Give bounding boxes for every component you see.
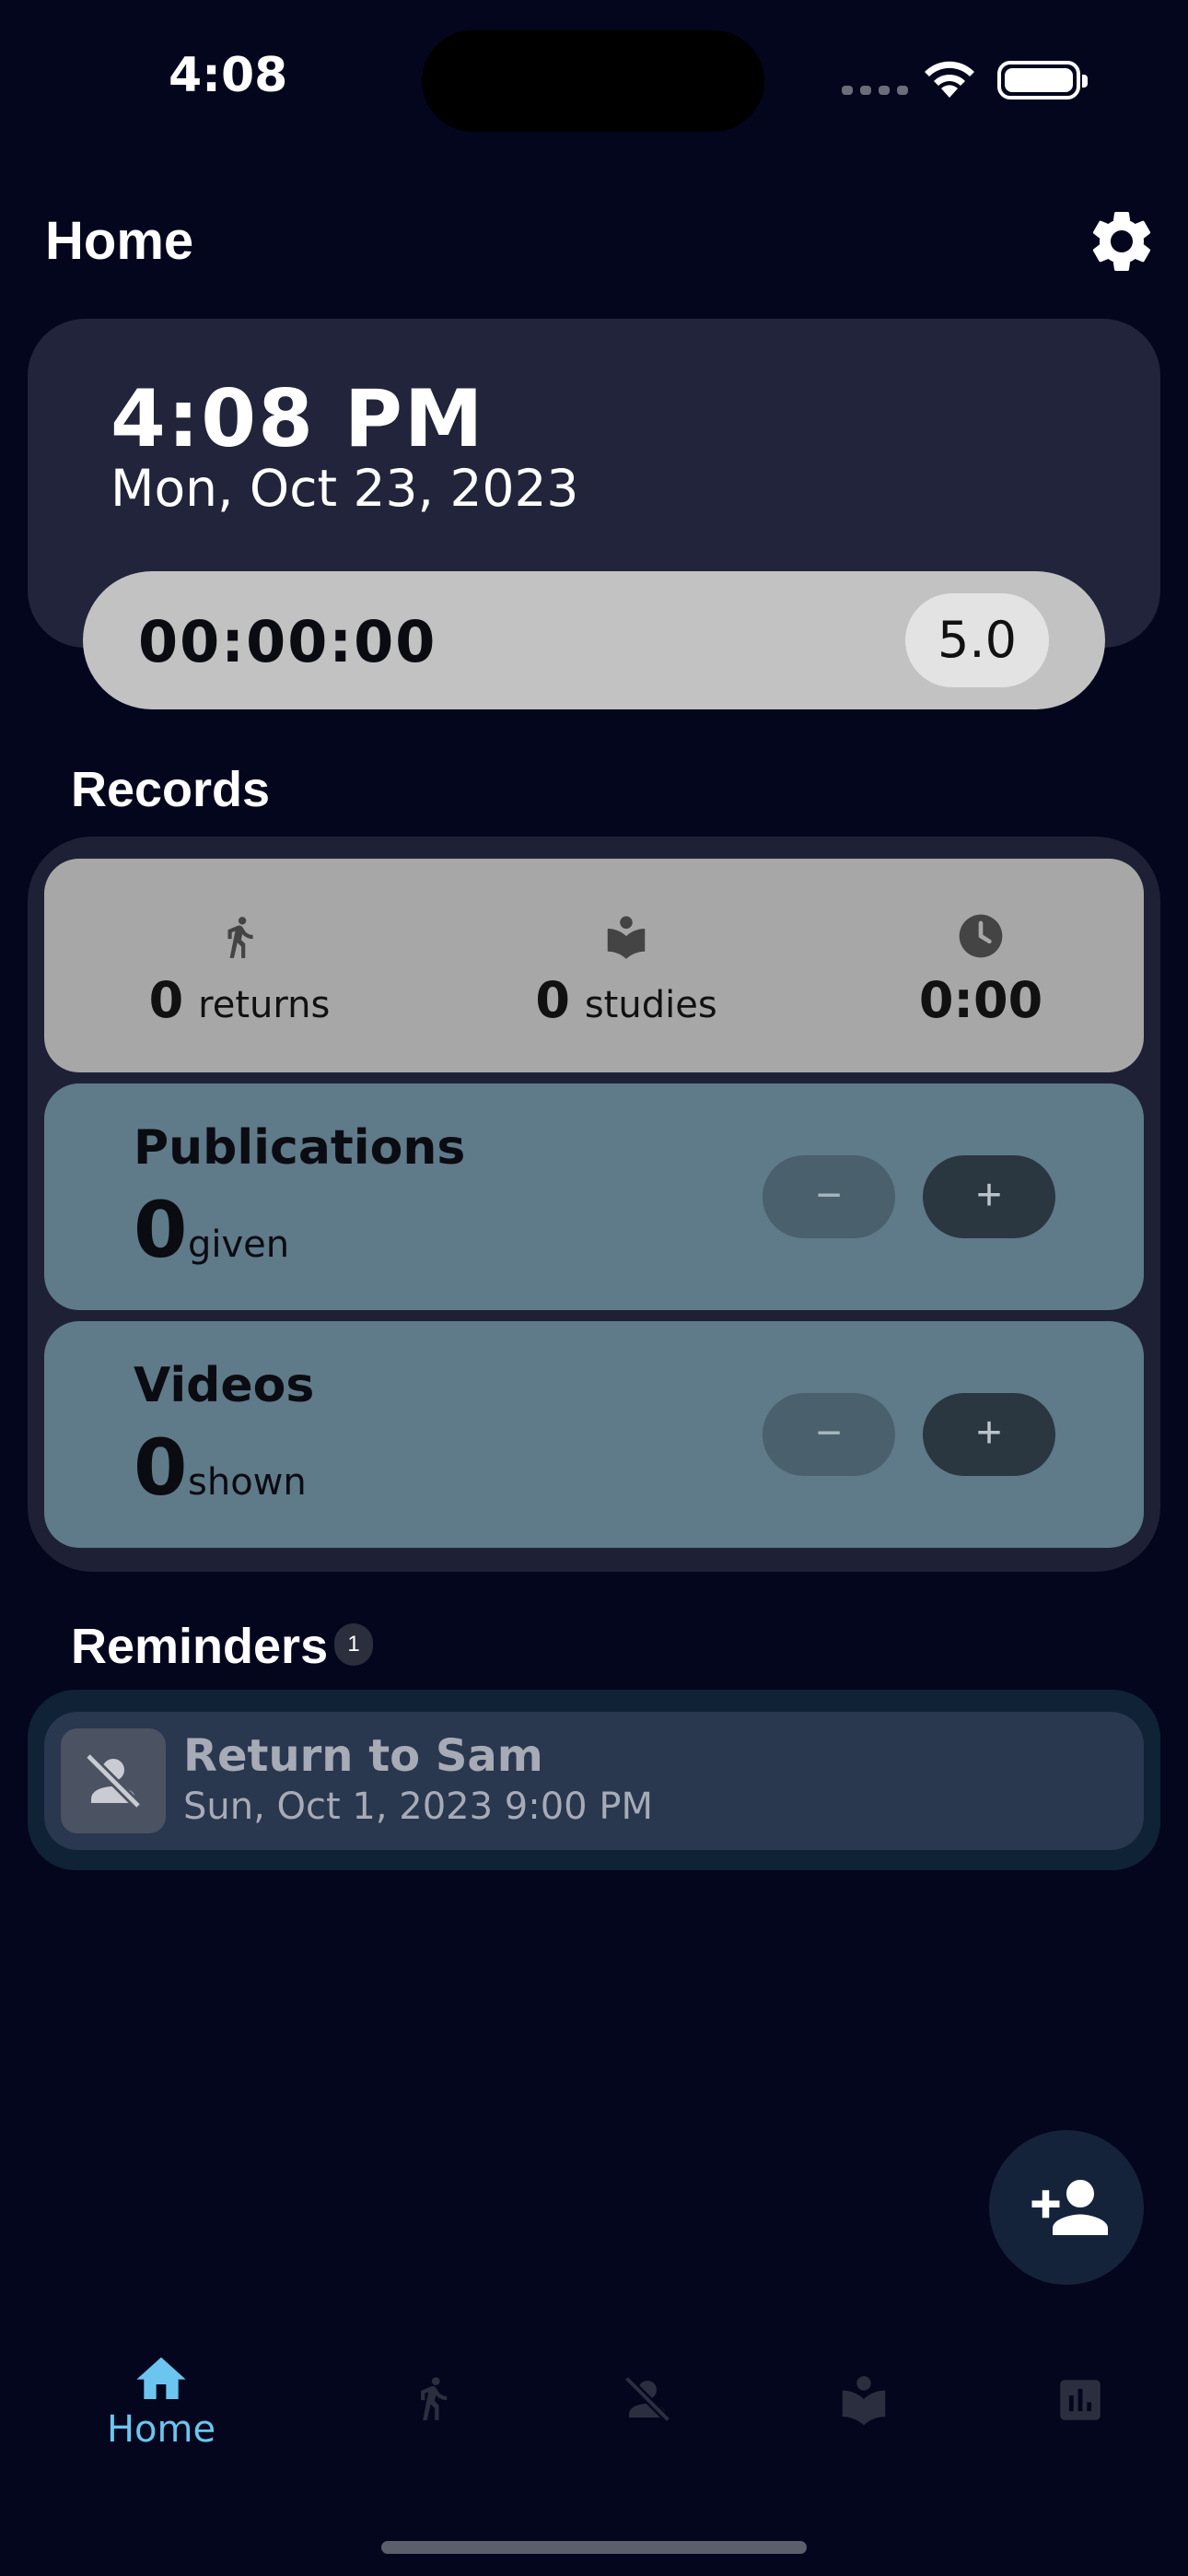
- records-title: Records: [71, 762, 271, 817]
- clock-icon: [959, 914, 1003, 958]
- videos-count: 0: [134, 1423, 188, 1513]
- stat-time[interactable]: 0:00: [843, 910, 1119, 1029]
- walking-person-icon: [421, 2377, 448, 2420]
- reminder-title: Return to Sam: [183, 1730, 543, 1782]
- rate-chip[interactable]: 5.0: [905, 593, 1049, 687]
- open-book-icon: [607, 916, 646, 959]
- tab-returns[interactable]: [368, 2366, 497, 2430]
- page-title: Home: [45, 211, 194, 271]
- returns-label: returns: [198, 984, 331, 1026]
- current-time: 4:08 PM: [111, 373, 485, 465]
- publications-unit: given: [188, 1224, 290, 1266]
- tab-home[interactable]: Home: [97, 2349, 226, 2451]
- cellular-signal-icon: [842, 86, 908, 95]
- publications-card: Publications 0 given − +: [44, 1083, 1144, 1310]
- videos-unit: shown: [188, 1461, 307, 1504]
- add-person-button[interactable]: [989, 2130, 1144, 2285]
- timer-value: 00:00:00: [138, 608, 437, 675]
- reminders-count-badge: 1: [334, 1623, 373, 1666]
- publications-decrement-button[interactable]: −: [763, 1155, 895, 1238]
- publications-title: Publications: [134, 1120, 466, 1176]
- person-off-icon: [623, 2375, 671, 2423]
- videos-increment-button[interactable]: +: [923, 1393, 1055, 1476]
- stat-studies[interactable]: 0 studies: [488, 910, 764, 1029]
- home-indicator: [381, 2541, 807, 2554]
- wifi-icon: [925, 61, 974, 98]
- add-person-icon: [1031, 2180, 1108, 2235]
- tab-do-not-call[interactable]: [583, 2371, 712, 2427]
- person-off-icon: [85, 1752, 142, 1809]
- studies-count: 0: [535, 971, 570, 1029]
- reminder-datetime: Sun, Oct 1, 2023 9:00 PM: [183, 1786, 653, 1828]
- videos-card: Videos 0 shown − +: [44, 1321, 1144, 1548]
- time-total: 0:00: [918, 971, 1043, 1029]
- battery-icon: [997, 61, 1088, 100]
- studies-label: studies: [584, 984, 717, 1026]
- bar-chart-icon: [1060, 2380, 1101, 2420]
- reminders-title: Reminders: [71, 1619, 329, 1674]
- dynamic-island: [422, 30, 764, 132]
- current-date: Mon, Oct 23, 2023: [111, 459, 579, 518]
- reminder-avatar: [61, 1728, 166, 1833]
- walking-person-icon: [227, 917, 253, 958]
- tab-home-label: Home: [106, 2408, 216, 2451]
- home-icon: [136, 2357, 186, 2399]
- publications-count: 0: [134, 1185, 188, 1275]
- videos-decrement-button[interactable]: −: [763, 1393, 895, 1476]
- publications-increment-button[interactable]: +: [923, 1155, 1055, 1238]
- gear-icon[interactable]: [1085, 205, 1159, 278]
- tab-reports[interactable]: [1016, 2373, 1145, 2427]
- stat-returns[interactable]: 0 returns: [101, 910, 378, 1029]
- status-time: 4:08: [169, 48, 288, 103]
- open-book-icon: [842, 2376, 886, 2426]
- videos-title: Videos: [134, 1358, 315, 1413]
- tab-studies[interactable]: [799, 2371, 928, 2429]
- returns-count: 0: [148, 971, 184, 1029]
